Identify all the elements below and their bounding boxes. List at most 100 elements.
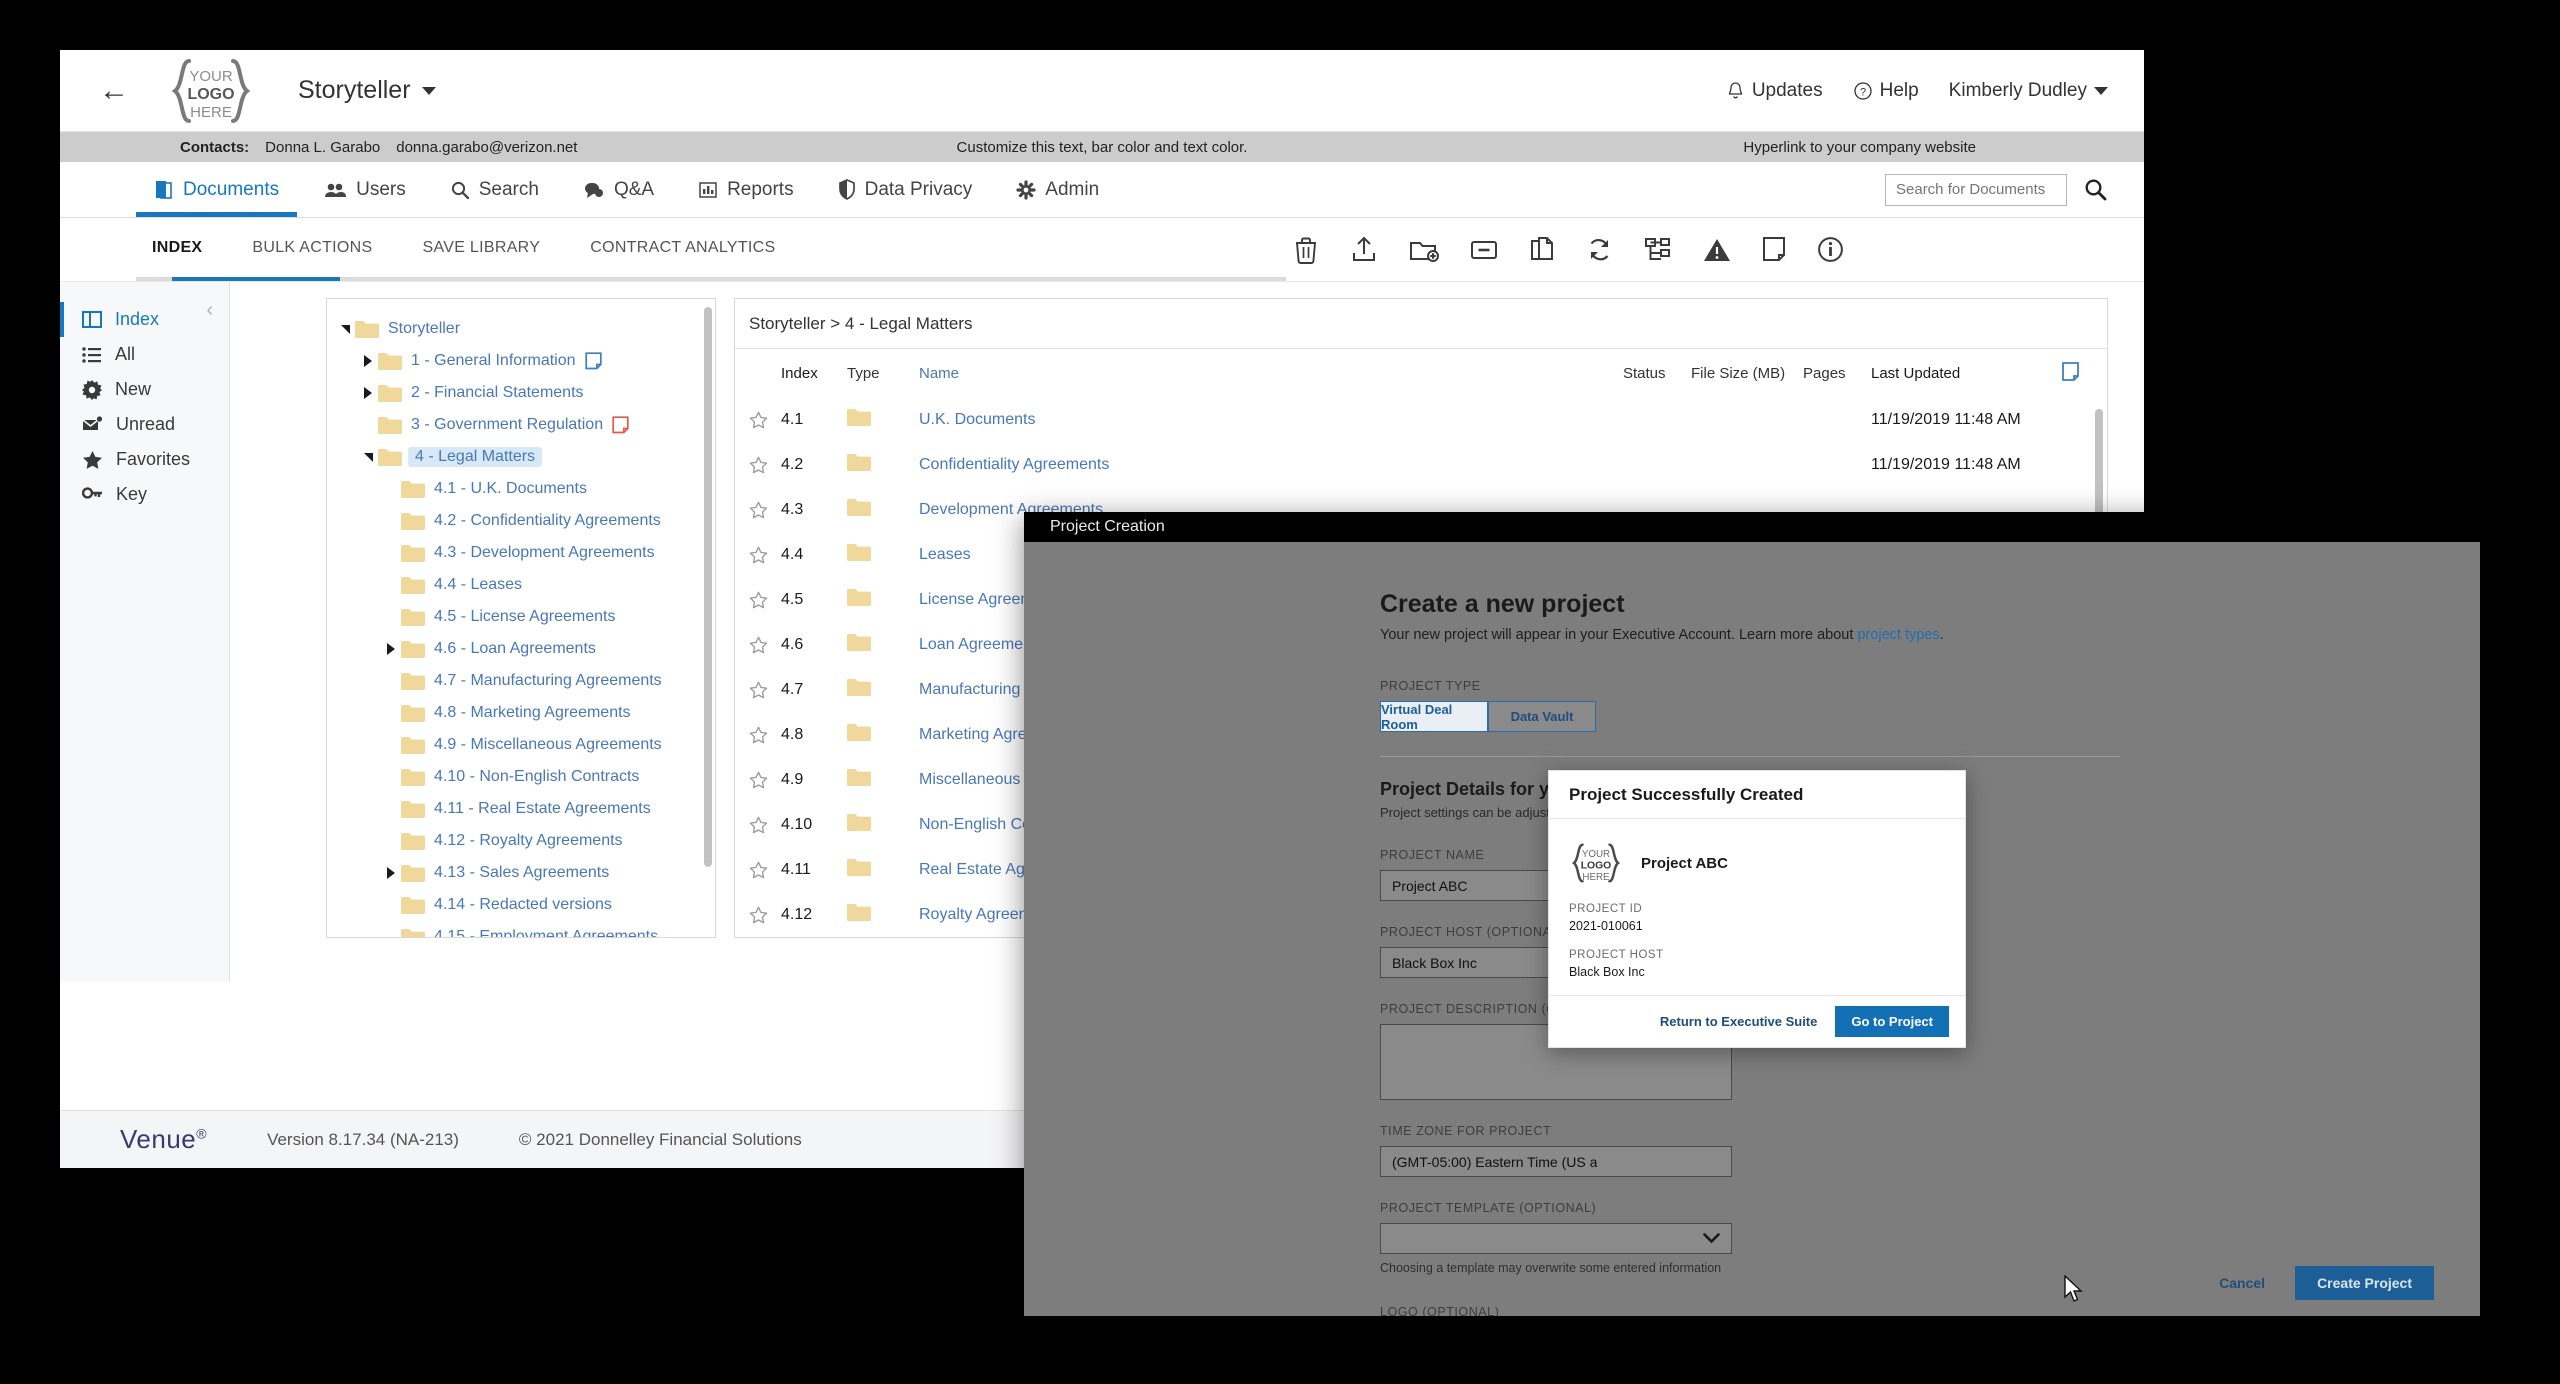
warning-icon[interactable] bbox=[1703, 237, 1731, 263]
nav-qa[interactable]: Q&A bbox=[561, 162, 676, 217]
row-favorite-toggle[interactable] bbox=[735, 591, 781, 609]
updates-button[interactable]: Updates bbox=[1726, 80, 1823, 102]
nav-documents[interactable]: Documents bbox=[132, 162, 301, 217]
sidebar-item-favorites[interactable]: Favorites bbox=[60, 442, 229, 477]
tree-item[interactable]: 4.13 - Sales Agreements bbox=[327, 857, 705, 889]
tree-item[interactable]: 4.2 - Confidentiality Agreements bbox=[327, 505, 705, 537]
tree-toggle[interactable] bbox=[358, 387, 378, 399]
row-favorite-toggle[interactable] bbox=[735, 636, 781, 654]
tree-item[interactable]: 4.7 - Manufacturing Agreements bbox=[327, 665, 705, 697]
tree-toggle[interactable] bbox=[381, 643, 401, 655]
row-name-link[interactable]: U.K. Documents bbox=[919, 411, 1035, 428]
tab-index[interactable]: INDEX bbox=[152, 218, 202, 281]
header-last-updated[interactable]: Last Updated bbox=[1871, 365, 2061, 382]
favorite-star-icon[interactable] bbox=[749, 906, 768, 924]
search-input[interactable] bbox=[1885, 174, 2067, 206]
row-favorite-toggle[interactable] bbox=[735, 456, 781, 474]
sidebar-item-index[interactable]: Index bbox=[60, 302, 229, 337]
timezone-select[interactable]: (GMT-05:00) Eastern Time (US a bbox=[1380, 1146, 1732, 1177]
row-favorite-toggle[interactable] bbox=[735, 501, 781, 519]
tree-toggle[interactable] bbox=[381, 867, 401, 879]
tree-item[interactable]: 4.11 - Real Estate Agreements bbox=[327, 793, 705, 825]
project-type-data-vault[interactable]: Data Vault bbox=[1488, 701, 1596, 732]
row-favorite-toggle[interactable] bbox=[735, 546, 781, 564]
favorite-star-icon[interactable] bbox=[749, 636, 768, 654]
tree-item[interactable]: 4.4 - Leases bbox=[327, 569, 705, 601]
table-row[interactable]: 4.2Confidentiality Agreements11/19/2019 … bbox=[735, 442, 2107, 487]
table-row[interactable]: 4.1U.K. Documents11/19/2019 11:48 AM bbox=[735, 397, 2107, 442]
folder-tree[interactable]: Storyteller1 - General Information2 - Fi… bbox=[327, 299, 705, 937]
nav-reports[interactable]: Reports bbox=[676, 162, 816, 217]
app-title-dropdown[interactable]: Storyteller bbox=[298, 76, 436, 105]
nav-search[interactable]: Search bbox=[428, 162, 561, 217]
cancel-button[interactable]: Cancel bbox=[2219, 1275, 2265, 1291]
note-badge-icon[interactable] bbox=[585, 352, 602, 370]
row-name-link[interactable]: Leases bbox=[919, 546, 971, 563]
header-index[interactable]: Index bbox=[781, 365, 847, 382]
favorite-star-icon[interactable] bbox=[749, 771, 768, 789]
tree-item[interactable]: 4.3 - Development Agreements bbox=[327, 537, 705, 569]
row-favorite-toggle[interactable] bbox=[735, 411, 781, 429]
tree-scrollbar[interactable] bbox=[704, 307, 712, 867]
row-name[interactable]: U.K. Documents bbox=[919, 411, 1623, 429]
tree-item[interactable]: 1 - General Information bbox=[327, 345, 705, 377]
row-favorite-toggle[interactable] bbox=[735, 726, 781, 744]
row-favorite-toggle[interactable] bbox=[735, 861, 781, 879]
new-folder-icon[interactable] bbox=[1409, 237, 1439, 263]
help-button[interactable]: ? Help bbox=[1853, 80, 1919, 102]
nav-users[interactable]: Users bbox=[301, 162, 428, 217]
company-website-link[interactable]: Hyperlink to your company website bbox=[1743, 139, 1976, 156]
note-badge-icon[interactable] bbox=[612, 416, 629, 434]
nav-admin[interactable]: Admin bbox=[994, 162, 1121, 217]
nav-data-privacy[interactable]: Data Privacy bbox=[816, 162, 995, 217]
refresh-icon[interactable] bbox=[1586, 237, 1613, 263]
user-menu[interactable]: Kimberly Dudley bbox=[1949, 80, 2108, 102]
tab-bulk-actions[interactable]: BULK ACTIONS bbox=[252, 218, 372, 281]
tab-contract-analytics[interactable]: CONTRACT ANALYTICS bbox=[590, 218, 775, 281]
favorite-star-icon[interactable] bbox=[749, 726, 768, 744]
row-favorite-toggle[interactable] bbox=[735, 681, 781, 699]
return-to-executive-suite-button[interactable]: Return to Executive Suite bbox=[1660, 1014, 1817, 1029]
upload-icon[interactable] bbox=[1350, 236, 1378, 264]
header-type[interactable]: Type bbox=[847, 365, 919, 382]
project-type-virtual-deal-room[interactable]: Virtual Deal Room bbox=[1380, 701, 1488, 732]
create-project-button[interactable]: Create Project bbox=[2295, 1266, 2434, 1300]
tree-item[interactable]: 4.6 - Loan Agreements bbox=[327, 633, 705, 665]
header-name[interactable]: Name bbox=[919, 365, 1623, 382]
note-icon[interactable] bbox=[1762, 236, 1786, 263]
favorite-star-icon[interactable] bbox=[749, 681, 768, 699]
row-favorite-toggle[interactable] bbox=[735, 771, 781, 789]
info-icon[interactable] bbox=[1817, 236, 1844, 263]
tree-item[interactable]: 3 - Government Regulation bbox=[327, 409, 705, 441]
row-favorite-toggle[interactable] bbox=[735, 906, 781, 924]
sidebar-item-key[interactable]: Key bbox=[60, 477, 229, 512]
search-submit-icon[interactable] bbox=[2083, 177, 2108, 202]
sidebar-item-new[interactable]: New bbox=[60, 372, 229, 407]
favorite-star-icon[interactable] bbox=[749, 861, 768, 879]
go-to-project-button[interactable]: Go to Project bbox=[1835, 1006, 1949, 1037]
project-types-link[interactable]: project types bbox=[1857, 627, 1939, 643]
sidebar-item-unread[interactable]: Unread bbox=[60, 407, 229, 442]
back-arrow-icon[interactable]: ← bbox=[92, 69, 136, 113]
tree-toggle[interactable] bbox=[335, 325, 355, 334]
header-note-icon[interactable] bbox=[2061, 361, 2107, 386]
favorite-star-icon[interactable] bbox=[749, 456, 768, 474]
tree-toggle[interactable] bbox=[358, 453, 378, 462]
header-file-size[interactable]: File Size (MB) bbox=[1691, 365, 1803, 382]
tree-item[interactable]: 4.5 - License Agreements bbox=[327, 601, 705, 633]
tree-toggle[interactable] bbox=[358, 355, 378, 367]
favorite-star-icon[interactable] bbox=[749, 591, 768, 609]
trash-icon[interactable] bbox=[1293, 236, 1319, 264]
favorite-star-icon[interactable] bbox=[749, 501, 768, 519]
contact-email[interactable]: donna.garabo@verizon.net bbox=[396, 139, 577, 156]
favorite-star-icon[interactable] bbox=[749, 546, 768, 564]
row-name[interactable]: Confidentiality Agreements bbox=[919, 456, 1623, 474]
favorite-star-icon[interactable] bbox=[749, 411, 768, 429]
sidebar-item-all[interactable]: All bbox=[60, 337, 229, 372]
header-pages[interactable]: Pages bbox=[1803, 365, 1871, 382]
tree-item[interactable]: 4.15 - Employment Agreements bbox=[327, 921, 705, 938]
tree-item[interactable]: 4.12 - Royalty Agreements bbox=[327, 825, 705, 857]
favorite-star-icon[interactable] bbox=[749, 816, 768, 834]
row-favorite-toggle[interactable] bbox=[735, 816, 781, 834]
tree-item[interactable]: 4.10 - Non-English Contracts bbox=[327, 761, 705, 793]
